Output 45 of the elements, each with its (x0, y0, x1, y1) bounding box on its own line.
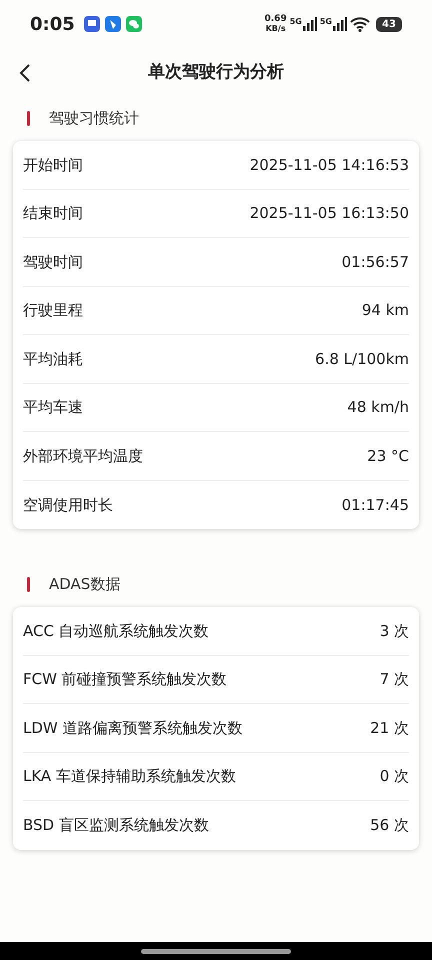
row-value: 01:56:57 (342, 252, 409, 272)
row-label: BSD 盲区监测系统触发次数 (23, 815, 209, 836)
row-label: 平均车速 (23, 397, 83, 418)
row-value: 56 次 (370, 815, 409, 836)
section-title: ADAS数据 (49, 574, 120, 595)
wifi-icon (350, 16, 370, 32)
row-label: 结束时间 (23, 203, 83, 224)
section-marker (27, 110, 30, 126)
app-icon (104, 16, 121, 32)
row-value: 2025-11-05 14:16:53 (250, 154, 409, 176)
status-time: 0:05 (30, 12, 75, 36)
row-label: 空调使用时长 (23, 494, 113, 516)
home-indicator[interactable] (141, 948, 291, 954)
row-label: ACC 自动巡航系统触发次数 (23, 620, 209, 642)
section-title: 驾驶习惯统计 (49, 108, 139, 129)
back-icon[interactable] (19, 63, 31, 83)
row-label: 外部环境平均温度 (23, 446, 143, 466)
row-value: 23 °C (367, 446, 409, 466)
row-label: 平均油耗 (23, 348, 83, 370)
signal-icon (332, 17, 347, 31)
row-value: 0 次 (380, 766, 409, 787)
page-title: 单次驾驶行为分析 (148, 61, 284, 84)
row-value: 2025-11-05 16:13:50 (250, 203, 409, 224)
network-type: 5G (290, 17, 302, 26)
row-label: 开始时间 (23, 154, 83, 176)
chat-icon (126, 16, 142, 32)
row-label: LKA 车道保持辅助系统触发次数 (23, 766, 236, 787)
speed-unit: KB/s (266, 24, 286, 33)
battery-indicator: 43 (376, 16, 402, 32)
section-marker (27, 576, 30, 592)
row-value: 21 次 (370, 718, 409, 738)
row-label: LDW 道路偏离预警系统触发次数 (23, 718, 243, 738)
network-type: 5G (320, 17, 332, 26)
row-label: 行驶里程 (23, 300, 83, 321)
row-value: 01:17:45 (342, 494, 409, 516)
row-label: FCW 前碰撞预警系统触发次数 (23, 669, 227, 690)
app-icon (84, 16, 100, 32)
row-value: 94 km (362, 300, 409, 321)
row-value: 3 次 (380, 620, 409, 642)
signal-icon (302, 17, 317, 31)
network-speed: 0.69 (264, 15, 287, 24)
row-value: 48 km/h (347, 397, 409, 418)
row-value: 7 次 (380, 669, 409, 690)
row-label: 驾驶时间 (23, 252, 83, 272)
row-value: 6.8 L/100km (315, 348, 409, 370)
